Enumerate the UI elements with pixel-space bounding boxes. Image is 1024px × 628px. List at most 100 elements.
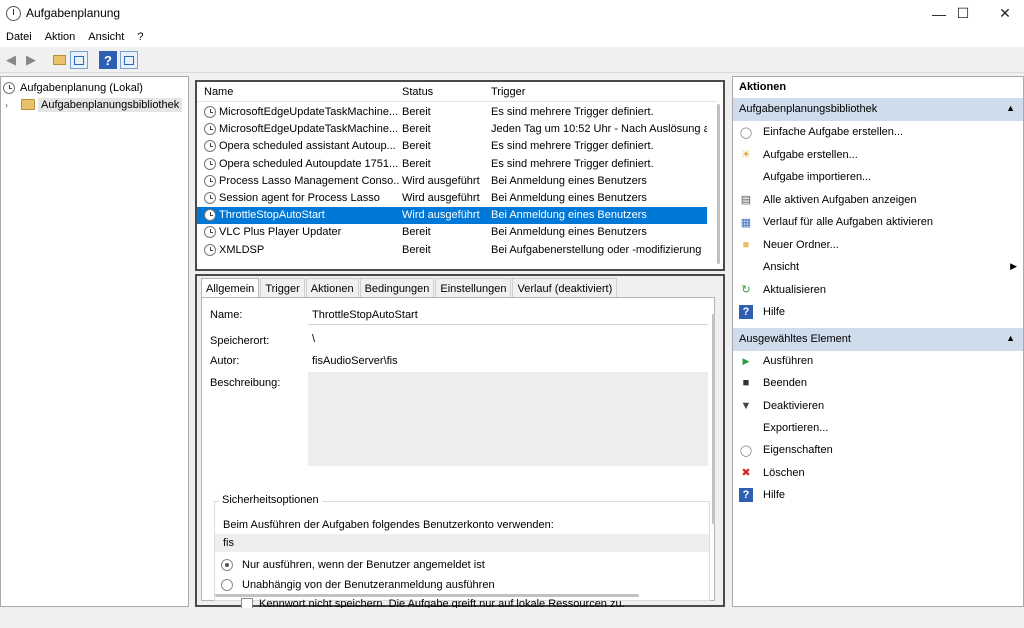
simple-task-icon: ◯	[739, 126, 753, 139]
table-row[interactable]: ThrottleStopAutoStart Wird ausgeführt Bei …	[197, 207, 707, 225]
action-item[interactable]: ▦ Verlauf für alle Aufgaben aktivieren	[733, 211, 1023, 233]
description-label: Beschreibung:	[210, 377, 281, 389]
section-header-library[interactable]: Aufgabenplanungsbibliothek ▲	[733, 98, 1023, 121]
user-account-field[interactable]: fis	[215, 534, 709, 552]
action-item[interactable]: ■ Neuer Ordner...	[733, 234, 1023, 256]
task-clock-icon	[204, 174, 216, 187]
action-item[interactable]: ☀ Aufgabe erstellen...	[733, 144, 1023, 166]
task-trigger: Es sind mehrere Trigger definiert.	[491, 140, 654, 153]
import-icon	[739, 170, 753, 184]
details-horizontal-scrollbar[interactable]	[215, 594, 639, 597]
new-folder-icon: ■	[742, 238, 750, 251]
table-row[interactable]: Opera scheduled Autoupdate 1751... Bereit…	[197, 156, 707, 173]
name-field[interactable]: ThrottleStopAutoStart	[308, 304, 708, 325]
radio-run-regardless[interactable]	[221, 579, 233, 591]
column-header-status[interactable]: Status	[402, 86, 433, 98]
delete-icon: ✖	[741, 467, 751, 479]
tab-allgemein[interactable]: Allgemein	[201, 278, 260, 298]
export-icon	[739, 421, 753, 435]
table-row[interactable]: Session agent for Process Lasso Wird ausg…	[197, 190, 707, 207]
description-field[interactable]	[308, 372, 708, 466]
action-item[interactable]: ▤ Alle aktiven Aufgaben anzeigen	[733, 189, 1023, 211]
table-row[interactable]: VLC Plus Player Updater Bereit Bei Anmeldu…	[197, 224, 707, 241]
show-hide-action-pane-icon[interactable]	[120, 51, 138, 69]
task-name: MicrosoftEdgeUpdateTaskMachine...	[219, 123, 399, 136]
forward-arrow-icon[interactable]: ▶	[22, 51, 40, 69]
action-item-label: Aufgabe importieren...	[763, 171, 872, 183]
action-item[interactable]: ▶ Ausführen	[733, 350, 1023, 372]
action-item[interactable]: Exportieren...	[733, 417, 1023, 439]
help-icon: ?	[739, 305, 753, 319]
action-item[interactable]: ✖ Löschen	[733, 462, 1023, 484]
tab-trigger[interactable]: Trigger	[260, 278, 305, 298]
radio-run-regardless-label: Unabhängig von der Benutzeranmeldung aus…	[242, 579, 495, 591]
radio-run-logged-on-label: Nur ausführen, wenn der Benutzer angemel…	[242, 559, 485, 571]
action-item[interactable]: Aufgabe importieren...	[733, 166, 1023, 188]
table-row[interactable]: Opera scheduled assistant Autoup... Berei…	[197, 138, 707, 155]
table-row[interactable]: XMLDSP Bereit Bei Aufgabenerstellung oder …	[197, 242, 707, 259]
menu-aktion[interactable]: Aktion	[39, 27, 83, 47]
radio-run-logged-on[interactable]	[221, 559, 233, 571]
action-item[interactable]: ? Hilfe	[733, 484, 1023, 506]
up-folder-icon[interactable]	[50, 51, 68, 69]
submenu-arrow-icon: ▶	[1010, 261, 1017, 271]
section-header-library-label: Aufgabenplanungsbibliothek	[739, 103, 878, 115]
column-header-name[interactable]: Name	[204, 86, 233, 98]
table-row[interactable]: MicrosoftEdgeUpdateTaskMachine... Bereit J…	[197, 121, 707, 138]
task-list-scrollbar[interactable]	[717, 104, 720, 264]
table-row[interactable]: Process Lasso Management Conso... Wird au…	[197, 173, 707, 190]
action-item[interactable]: ▼ Deaktivieren	[733, 395, 1023, 417]
tab-verlauf[interactable]: Verlauf (deaktiviert)	[512, 278, 618, 298]
task-name: VLC Plus Player Updater	[219, 226, 342, 239]
security-options-group: Sicherheitsoptionen Beim Ausführen der A…	[214, 494, 710, 610]
show-hide-console-tree-icon[interactable]	[70, 51, 88, 69]
section-header-selected-label: Ausgewähltes Element	[739, 333, 851, 345]
task-trigger: Bei Anmeldung eines Benutzers	[491, 174, 647, 187]
collapse-up-icon[interactable]: ▲	[1006, 103, 1015, 113]
tab-aktionen[interactable]: Aktionen	[305, 278, 359, 298]
close-button[interactable]: ✕	[982, 0, 1024, 27]
location-value: \	[312, 333, 316, 345]
menu-ansicht[interactable]: Ansicht	[82, 27, 131, 47]
action-item-label: Neuer Ordner...	[763, 238, 839, 251]
folder-icon	[21, 99, 35, 110]
chevron-right-icon[interactable]: ›	[5, 100, 17, 110]
create-task-icon: ☀	[741, 149, 751, 161]
back-arrow-icon[interactable]: ◀	[2, 51, 20, 69]
help-icon[interactable]: ?	[99, 51, 117, 69]
author-label: Autor:	[210, 355, 240, 367]
action-item[interactable]: ◯ Eigenschaften	[733, 439, 1023, 461]
action-item-label: Aufgabe erstellen...	[763, 148, 858, 161]
table-row[interactable]: MicrosoftEdgeUpdateTaskMachine... Bereit E…	[197, 104, 707, 121]
action-item[interactable]: ■ Beenden	[733, 372, 1023, 394]
tab-einstellungen[interactable]: Einstellungen	[435, 278, 512, 298]
tree-item-root[interactable]: Aufgabenplanung (Lokal)	[3, 79, 143, 96]
actions-title: Aktionen	[739, 81, 787, 93]
action-item[interactable]: Ansicht ▶	[733, 256, 1023, 278]
task-status: Wird ausgeführt	[402, 192, 480, 204]
maximize-button[interactable]: ☐	[940, 0, 986, 27]
menu-datei[interactable]: Datei	[0, 27, 39, 47]
tab-bedingungen[interactable]: Bedingungen	[359, 278, 435, 298]
name-label: Name:	[210, 309, 243, 321]
collapse-up-icon[interactable]: ▲	[1006, 333, 1015, 343]
action-item-label: Ausführen	[763, 355, 814, 367]
history-icon: ▦	[740, 216, 752, 229]
action-item-label: Hilfe	[763, 488, 786, 501]
tree-item-library[interactable]: › Aufgabenplanungsbibliothek	[5, 96, 183, 113]
task-clock-icon	[204, 157, 216, 170]
menu-bar: Datei Aktion Ansicht ?	[0, 27, 1024, 47]
task-clock-icon	[204, 106, 216, 118]
task-trigger: Bei Aufgabenerstellung oder -modifizieru…	[491, 243, 702, 256]
task-status: Wird ausgeführt	[402, 209, 480, 222]
console-tree: Aufgabenplanung (Lokal) › Aufgabenplanun…	[0, 76, 189, 607]
action-item[interactable]: ↻ Aktualisieren	[733, 279, 1023, 301]
column-header-trigger[interactable]: Trigger	[491, 86, 525, 98]
action-item[interactable]: ? Hilfe	[733, 301, 1023, 323]
menu-help[interactable]: ?	[131, 27, 150, 47]
action-item[interactable]: ◯ Einfache Aufgabe erstellen...	[733, 121, 1023, 143]
section-header-selected[interactable]: Ausgewähltes Element ▲	[733, 328, 1023, 351]
details-scrollbar[interactable]	[712, 314, 715, 524]
task-clock-icon	[204, 192, 216, 204]
security-options-title: Sicherheitsoptionen	[219, 494, 322, 506]
